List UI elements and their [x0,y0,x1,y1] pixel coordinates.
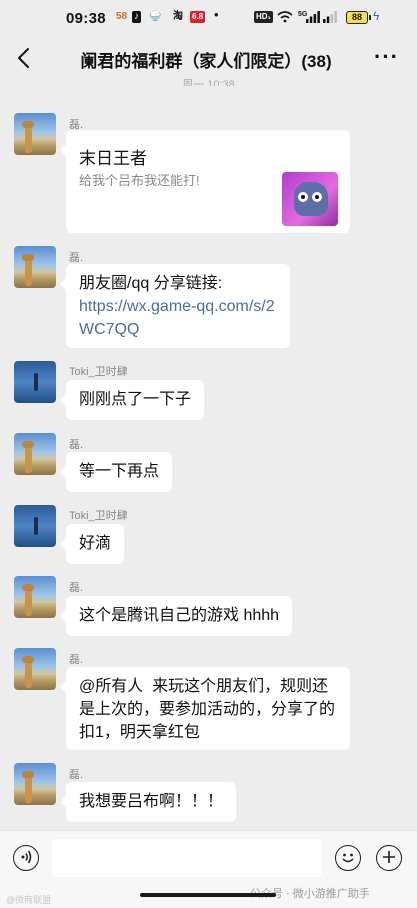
sender-name: 磊. [69,439,84,451]
message-text: 刚刚点了一下子 [79,391,192,408]
chat-timestamp: 周一 10:38 [182,79,235,86]
signal-2-icon [323,11,337,27]
plus-icon[interactable] [376,845,402,871]
battery-icon: 88 [346,11,371,24]
voice-icon[interactable] [13,845,39,871]
tiktok-icon: ♪ [132,11,141,23]
chat-title: 阑君的福利群（家人们限定）(38) [80,52,332,71]
message-text: 朋友圈/qq 分享链接: [79,275,223,292]
message-input[interactable] [52,839,322,877]
emoji-icon[interactable] [335,845,361,871]
notification-dot-icon: • [214,7,219,22]
message-bubble[interactable]: 等一下再点 [59,452,173,492]
avatar[interactable] [14,576,56,618]
wifi-icon [277,11,293,27]
card-description: 给我个吕布我还能打! [79,173,200,188]
taobao-icon: 淘 [173,11,183,22]
card-title: 末日王者 [79,149,147,168]
message-text: 我想要吕布啊！！！ [79,793,224,810]
chevron-left-icon [18,48,29,68]
message-bubble[interactable]: 好滴 [59,524,125,564]
status-bar: 09:38 58 ♪ 🍚 淘 6.8 • HD₁ 5G 88 ϟ [0,0,417,36]
sale-app-icon: 6.8 [190,11,206,23]
message-link[interactable]: https://wx.game-qq.com/s/2WC7QQ [79,298,275,338]
rice-app-icon: 🍚 [149,11,162,22]
avatar[interactable] [14,361,56,403]
more-options-button[interactable]: ··· [374,44,399,70]
sender-name: Toki_卫时肆 [69,366,128,378]
sender-name: 磊. [69,582,84,594]
message-text: 等一下再点 [79,463,160,480]
avatar[interactable] [14,763,56,805]
corner-watermark: @微商联盟 [6,895,52,905]
charging-icon: ϟ [373,9,380,23]
avatar[interactable] [14,113,56,155]
input-bar: @微商联盟 公众号 · 微小游推广助手 [0,830,417,908]
message-text: 好滴 [79,535,112,552]
message-text: 这个是腾讯自己的游戏 hhhh [79,607,280,624]
message-bubble[interactable]: @所有人 来玩这个朋友们，规则还是上次的，要参加活动的，分享了的扣1，明天拿红包 [60,667,350,750]
message-bubble[interactable]: 朋友圈/qq 分享链接: https://wx.game-qq.com/s/2W… [60,264,290,348]
status-time: 09:38 [66,10,106,27]
home-indicator[interactable] [140,893,276,897]
back-button[interactable] [14,46,36,70]
avatar[interactable] [14,505,56,547]
avatar[interactable] [14,433,56,475]
sender-name: Toki_卫时肆 [69,510,128,522]
sender-name: 磊. [69,654,84,666]
avatar[interactable] [14,246,56,288]
hd-icon: HD₁ [254,11,273,23]
message-bubble[interactable]: 我想要吕布啊！！！ [59,782,237,822]
message-bubble[interactable]: 这个是腾讯自己的游戏 hhhh [59,596,293,636]
app-58-icon: 58 [116,11,128,22]
message-text: @所有人 来玩这个朋友们，规则还是上次的，要参加活动的，分享了的扣1，明天拿红包 [79,678,336,741]
avatar[interactable] [14,648,56,690]
sender-name: 磊. [69,252,84,264]
mini-program-card[interactable]: 末日王者 给我个吕布我还能打! [60,130,350,233]
game-thumbnail [282,172,338,226]
sender-name: 磊. [69,769,84,781]
message-bubble[interactable]: 刚刚点了一下子 [59,380,205,420]
signal-icon [306,11,320,27]
